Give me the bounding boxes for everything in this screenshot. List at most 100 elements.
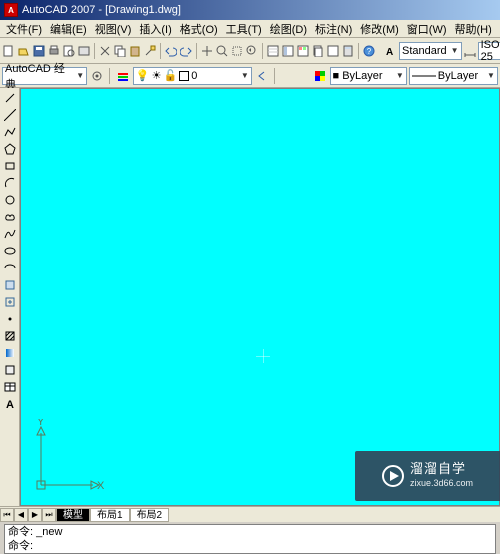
pan-icon[interactable] [200,43,214,59]
block-insert-icon[interactable] [2,277,18,293]
tool-palettes-icon[interactable] [296,43,310,59]
cut-icon[interactable] [98,43,112,59]
chevron-down-icon: ▼ [76,71,84,80]
color-control-icon[interactable] [312,68,328,84]
drawing-canvas[interactable] [21,89,499,505]
new-icon[interactable] [2,43,16,59]
separator [358,43,359,59]
linetype-combo[interactable]: ByLayer ▼ [409,67,498,85]
tab-prev-icon[interactable]: ◀ [14,508,28,522]
properties-icon[interactable] [266,43,280,59]
arc-icon[interactable] [2,175,18,191]
menu-insert[interactable]: 插入(I) [135,20,175,38]
help-icon[interactable]: ? [362,43,376,59]
svg-text:?: ? [367,47,372,56]
spline-icon[interactable] [2,226,18,242]
dimension-style-icon[interactable] [463,43,477,59]
menu-draw[interactable]: 绘图(D) [266,20,311,38]
separator [160,43,161,59]
separator [262,43,263,59]
polyline-icon[interactable] [2,124,18,140]
redo-icon[interactable] [179,43,193,59]
separator [109,68,111,84]
text-style-icon[interactable]: A [384,43,398,59]
standard-toolbar: ? A Standard ▼ ISO-25 ▼ Stand [0,38,500,64]
point-icon[interactable] [2,311,18,327]
dim-style-value: ISO-25 [481,39,500,63]
command-prompt[interactable]: 命令: [8,539,492,553]
revision-cloud-icon[interactable] [2,209,18,225]
menu-express[interactable]: Express [496,22,500,36]
ellipse-icon[interactable] [2,243,18,259]
copy-icon[interactable] [113,43,127,59]
sheet-set-manager-icon[interactable] [311,43,325,59]
layer-previous-icon[interactable] [254,68,270,84]
menu-dimension[interactable]: 标注(N) [311,20,356,38]
menu-edit[interactable]: 编辑(E) [46,20,91,38]
open-icon[interactable] [17,43,31,59]
markup-set-manager-icon[interactable] [326,43,340,59]
zoom-realtime-icon[interactable] [215,43,229,59]
text-icon[interactable]: A [2,396,18,412]
layer-freeze-icon: ☀ [152,69,162,82]
watermark-overlay: 溜溜自学 zixue.3d66.com [355,451,500,501]
text-style-combo[interactable]: Standard ▼ [399,42,462,60]
separator [274,68,276,84]
text-style-value: Standard [402,45,447,57]
menu-format[interactable]: 格式(O) [176,20,222,38]
window-title: AutoCAD 2007 - [Drawing1.dwg] [22,4,181,16]
menu-file[interactable]: 文件(F) [2,20,46,38]
dim-style-combo[interactable]: ISO-25 ▼ [478,42,500,60]
polygon-icon[interactable] [2,141,18,157]
tab-next-icon[interactable]: ▶ [28,508,42,522]
color-combo[interactable]: ■ ByLayer ▼ [330,67,407,85]
menu-window[interactable]: 窗口(W) [403,20,451,38]
tab-last-icon[interactable]: ⏭ [42,508,56,522]
print-preview-icon[interactable] [62,43,76,59]
menu-modify[interactable]: 修改(M) [356,20,403,38]
region-icon[interactable] [2,362,18,378]
quickcalc-icon[interactable] [341,43,355,59]
zoom-previous-icon[interactable] [245,43,259,59]
chevron-down-icon: ▼ [396,71,404,80]
block-make-icon[interactable] [2,294,18,310]
workspace-settings-icon[interactable] [89,68,105,84]
tab-layout2[interactable]: 布局2 [130,508,170,522]
layer-properties-icon[interactable] [115,68,131,84]
svg-text:A: A [386,47,393,57]
undo-icon[interactable] [164,43,178,59]
paste-icon[interactable] [128,43,142,59]
design-center-icon[interactable] [281,43,295,59]
publish-icon[interactable] [77,43,91,59]
command-window[interactable]: 命令: _new 命令: [4,524,496,554]
circle-icon[interactable] [2,192,18,208]
title-bar: A AutoCAD 2007 - [Drawing1.dwg] [0,0,500,20]
drawing-viewport[interactable]: X Y [20,88,500,506]
menu-tools[interactable]: 工具(T) [222,20,266,38]
construction-line-icon[interactable] [2,107,18,123]
print-icon[interactable] [47,43,61,59]
tab-layout1[interactable]: 布局1 [90,508,130,522]
layout-tab-bar: ⏮ ◀ ▶ ⏭ 模型 布局1 布局2 [0,506,500,522]
chevron-down-icon: ▼ [241,71,249,80]
line-icon[interactable] [2,90,18,106]
table-icon[interactable] [2,379,18,395]
zoom-window-icon[interactable] [230,43,244,59]
layers-toolbar: AutoCAD 经典 ▼ 💡 ☀ 🔓 0 ▼ ■ ByLayer ▼ ByLay… [0,64,500,88]
tab-model[interactable]: 模型 [56,508,90,522]
separator [94,43,95,59]
tab-first-icon[interactable]: ⏮ [0,508,14,522]
gradient-icon[interactable] [2,345,18,361]
menu-help[interactable]: 帮助(H) [451,20,496,38]
workspace-combo[interactable]: AutoCAD 经典 ▼ [2,67,87,85]
rectangle-icon[interactable] [2,158,18,174]
layer-combo[interactable]: 💡 ☀ 🔓 0 ▼ [133,67,252,85]
crosshair-cursor [256,349,270,363]
menu-view[interactable]: 视图(V) [91,20,136,38]
save-icon[interactable] [32,43,46,59]
workspace-value: AutoCAD 经典 [5,60,72,92]
separator [196,43,197,59]
hatch-icon[interactable] [2,328,18,344]
match-properties-icon[interactable] [143,43,157,59]
ellipse-arc-icon[interactable] [2,260,18,276]
